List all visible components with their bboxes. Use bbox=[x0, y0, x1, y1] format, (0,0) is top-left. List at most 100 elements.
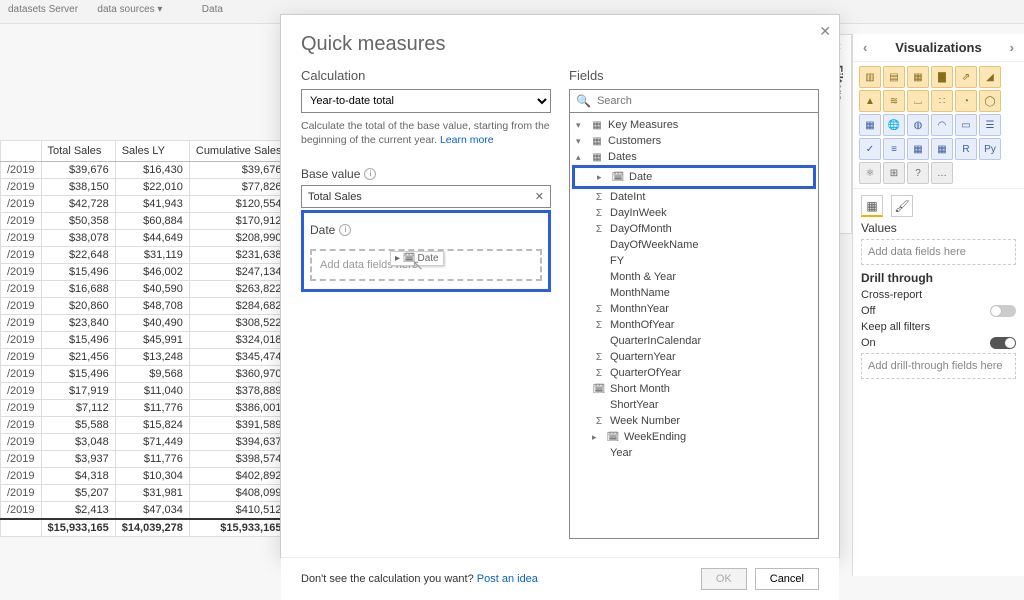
ribbon-seg: datasets Server bbox=[0, 0, 86, 19]
tree-field-quarternyear[interactable]: ΣQuarternYear bbox=[570, 349, 818, 365]
tree-field-shortyear[interactable]: ShortYear bbox=[570, 397, 818, 413]
viz-filledmap-icon[interactable]: ◍ bbox=[907, 114, 929, 136]
viz-scatter-icon[interactable]: ∷ bbox=[931, 90, 953, 112]
tree-field-weekending[interactable]: ▸🗓WeekEnding bbox=[570, 429, 818, 445]
fields-column: Fields 🔍 ▾▦Key Measures ▾▦Customers ▴▦Da… bbox=[569, 68, 819, 539]
viz-card-icon[interactable]: ▭ bbox=[955, 114, 977, 136]
cross-report-toggle[interactable] bbox=[990, 305, 1016, 317]
base-value-field[interactable]: Total Sales ✕ bbox=[301, 185, 551, 208]
viz-column-icon[interactable]: ▇ bbox=[931, 66, 953, 88]
keep-filters-label: Keep all filters bbox=[861, 321, 930, 333]
values-dropzone[interactable]: Add data fields here bbox=[861, 239, 1016, 265]
ok-button[interactable]: OK bbox=[701, 568, 747, 590]
tree-field-quarterincalendar[interactable]: QuarterInCalendar bbox=[570, 333, 818, 349]
search-icon: 🔍 bbox=[576, 94, 591, 108]
tree-field-monthyear[interactable]: Month & Year bbox=[570, 269, 818, 285]
calculation-column: Calculation Year-to-date total Calculate… bbox=[301, 68, 551, 539]
clear-base-value-icon[interactable]: ✕ bbox=[535, 190, 544, 203]
keep-filters-state: On bbox=[861, 337, 876, 349]
tree-field-dateint[interactable]: ΣDateInt bbox=[570, 189, 818, 205]
viz-title: Visualizations bbox=[895, 40, 981, 55]
viz-gallery: ▥ ▤ ▦ ▇ ⇗ ◢ ▲ ≋ ⌴ ∷ ◔ ◯ ▦ 🌐 ◍ ◠ ▭ ☰ ✓ ≡ … bbox=[853, 62, 1024, 188]
post-idea-link[interactable]: Post an idea bbox=[477, 573, 538, 585]
info-icon[interactable]: i bbox=[339, 224, 351, 236]
format-tab-icon[interactable]: 🖌 bbox=[891, 195, 913, 217]
keep-filters-toggle[interactable] bbox=[990, 337, 1016, 349]
viz-py-icon[interactable]: Py bbox=[979, 138, 1001, 160]
fields-search[interactable]: 🔍 bbox=[569, 89, 819, 113]
viz-donut-icon[interactable]: ◯ bbox=[979, 90, 1001, 112]
tree-table-dates[interactable]: ▴▦Dates bbox=[570, 149, 818, 165]
drillthrough-dropzone[interactable]: Add drill-through fields here bbox=[861, 353, 1016, 379]
date-dropzone[interactable]: Add data fields here ▸ 🗓 Date ↖ bbox=[310, 249, 542, 281]
viz-stackedarea-icon[interactable]: ▲ bbox=[859, 90, 881, 112]
base-value-text: Total Sales bbox=[308, 191, 362, 203]
viz-map-icon[interactable]: 🌐 bbox=[883, 114, 905, 136]
calculation-help: Calculate the total of the base value, s… bbox=[301, 119, 551, 147]
drillthrough-title: Drill through bbox=[861, 271, 1016, 285]
base-value-label: Base valuei bbox=[301, 167, 551, 181]
viz-r-icon[interactable]: R bbox=[955, 138, 977, 160]
learn-more-link[interactable]: Learn more bbox=[440, 134, 494, 146]
chevron-right-icon[interactable]: › bbox=[1008, 40, 1016, 55]
visualizations-pane: ‹ Visualizations › ▥ ▤ ▦ ▇ ⇗ ◢ ▲ ≋ ⌴ ∷ ◔… bbox=[852, 34, 1024, 576]
date-field-highlight: Datei Add data fields here ▸ 🗓 Date ↖ bbox=[301, 210, 551, 292]
viz-line-icon[interactable]: ⇗ bbox=[955, 66, 977, 88]
tree-field-quarterofyear[interactable]: ΣQuarterOfYear bbox=[570, 365, 818, 381]
viz-stackedbar-icon[interactable]: ▥ bbox=[859, 66, 881, 88]
col-header[interactable]: Cumulative Sales bbox=[189, 141, 288, 162]
ribbon-group-label: Data bbox=[194, 0, 231, 19]
viz-bar-icon[interactable]: ▤ bbox=[883, 66, 905, 88]
footer-text: Don't see the calculation you want? bbox=[301, 573, 477, 585]
tree-field-weeknumber[interactable]: ΣWeek Number bbox=[570, 413, 818, 429]
tree-field-date[interactable]: ▸🗓Date bbox=[572, 165, 816, 189]
col-header[interactable]: Total Sales bbox=[41, 141, 115, 162]
tree-field-year[interactable]: Year bbox=[570, 445, 818, 461]
viz-qna-icon[interactable]: ? bbox=[907, 162, 929, 184]
viz-treemap-icon[interactable]: ▦ bbox=[859, 114, 881, 136]
background-table: Total Sales Sales LY Cumulative Sales Cu… bbox=[0, 140, 280, 537]
search-input[interactable] bbox=[597, 95, 812, 107]
tree-table-keymeasures[interactable]: ▾▦Key Measures bbox=[570, 117, 818, 133]
tree-field-monthnyear[interactable]: ΣMonthnYear bbox=[570, 301, 818, 317]
viz-area-icon[interactable]: ◢ bbox=[979, 66, 1001, 88]
viz-waterfall-icon[interactable]: ⌴ bbox=[907, 90, 929, 112]
fields-tree[interactable]: ▾▦Key Measures ▾▦Customers ▴▦Dates ▸🗓Dat… bbox=[569, 113, 819, 539]
dialog-title: Quick measures bbox=[301, 33, 819, 56]
cross-report-label: Cross-report bbox=[861, 289, 922, 301]
calculation-select[interactable]: Year-to-date total bbox=[301, 89, 551, 113]
viz-matrix-icon[interactable]: ▦ bbox=[931, 138, 953, 160]
viz-more-icon[interactable]: … bbox=[931, 162, 953, 184]
tree-field-shortmonth[interactable]: 🗓Short Month bbox=[570, 381, 818, 397]
cross-report-state: Off bbox=[861, 305, 875, 317]
viz-decomp-icon[interactable]: ⊞ bbox=[883, 162, 905, 184]
viz-slicer-icon[interactable]: ≡ bbox=[883, 138, 905, 160]
viz-clusteredcol-icon[interactable]: ▦ bbox=[907, 66, 929, 88]
tree-field-fy[interactable]: FY bbox=[570, 253, 818, 269]
quick-measures-dialog: ✕ Quick measures Calculation Year-to-dat… bbox=[280, 14, 840, 558]
close-icon[interactable]: ✕ bbox=[819, 23, 831, 40]
col-header[interactable]: Sales LY bbox=[115, 141, 189, 162]
dialog-footer: Don't see the calculation you want? Post… bbox=[281, 557, 839, 600]
tree-field-dayofweekname[interactable]: DayOfWeekName bbox=[570, 237, 818, 253]
tree-field-monthname[interactable]: MonthName bbox=[570, 285, 818, 301]
tree-field-dayofmonth[interactable]: ΣDayOfMonth bbox=[570, 221, 818, 237]
chevron-left-icon[interactable]: ‹ bbox=[861, 40, 869, 55]
viz-gauge-icon[interactable]: ◠ bbox=[931, 114, 953, 136]
fields-header: Fields bbox=[569, 68, 819, 83]
tree-table-customers[interactable]: ▾▦Customers bbox=[570, 133, 818, 149]
info-icon[interactable]: i bbox=[364, 168, 376, 180]
tree-field-monthofyear[interactable]: ΣMonthOfYear bbox=[570, 317, 818, 333]
viz-kpi-icon[interactable]: ✓ bbox=[859, 138, 881, 160]
fields-tab-icon[interactable]: ▦ bbox=[861, 195, 883, 217]
viz-multirow-icon[interactable]: ☰ bbox=[979, 114, 1001, 136]
viz-table-icon[interactable]: ▦ bbox=[907, 138, 929, 160]
viz-pie-icon[interactable]: ◔ bbox=[955, 90, 977, 112]
tree-field-dayinweek[interactable]: ΣDayInWeek bbox=[570, 205, 818, 221]
ribbon-seg: data sources ▾ bbox=[89, 0, 170, 19]
cursor-icon: ↖ bbox=[412, 257, 424, 274]
viz-keyinflu-icon[interactable]: ⚛ bbox=[859, 162, 881, 184]
cancel-button[interactable]: Cancel bbox=[755, 568, 819, 590]
calculation-header: Calculation bbox=[301, 68, 551, 83]
viz-ribbon-icon[interactable]: ≋ bbox=[883, 90, 905, 112]
